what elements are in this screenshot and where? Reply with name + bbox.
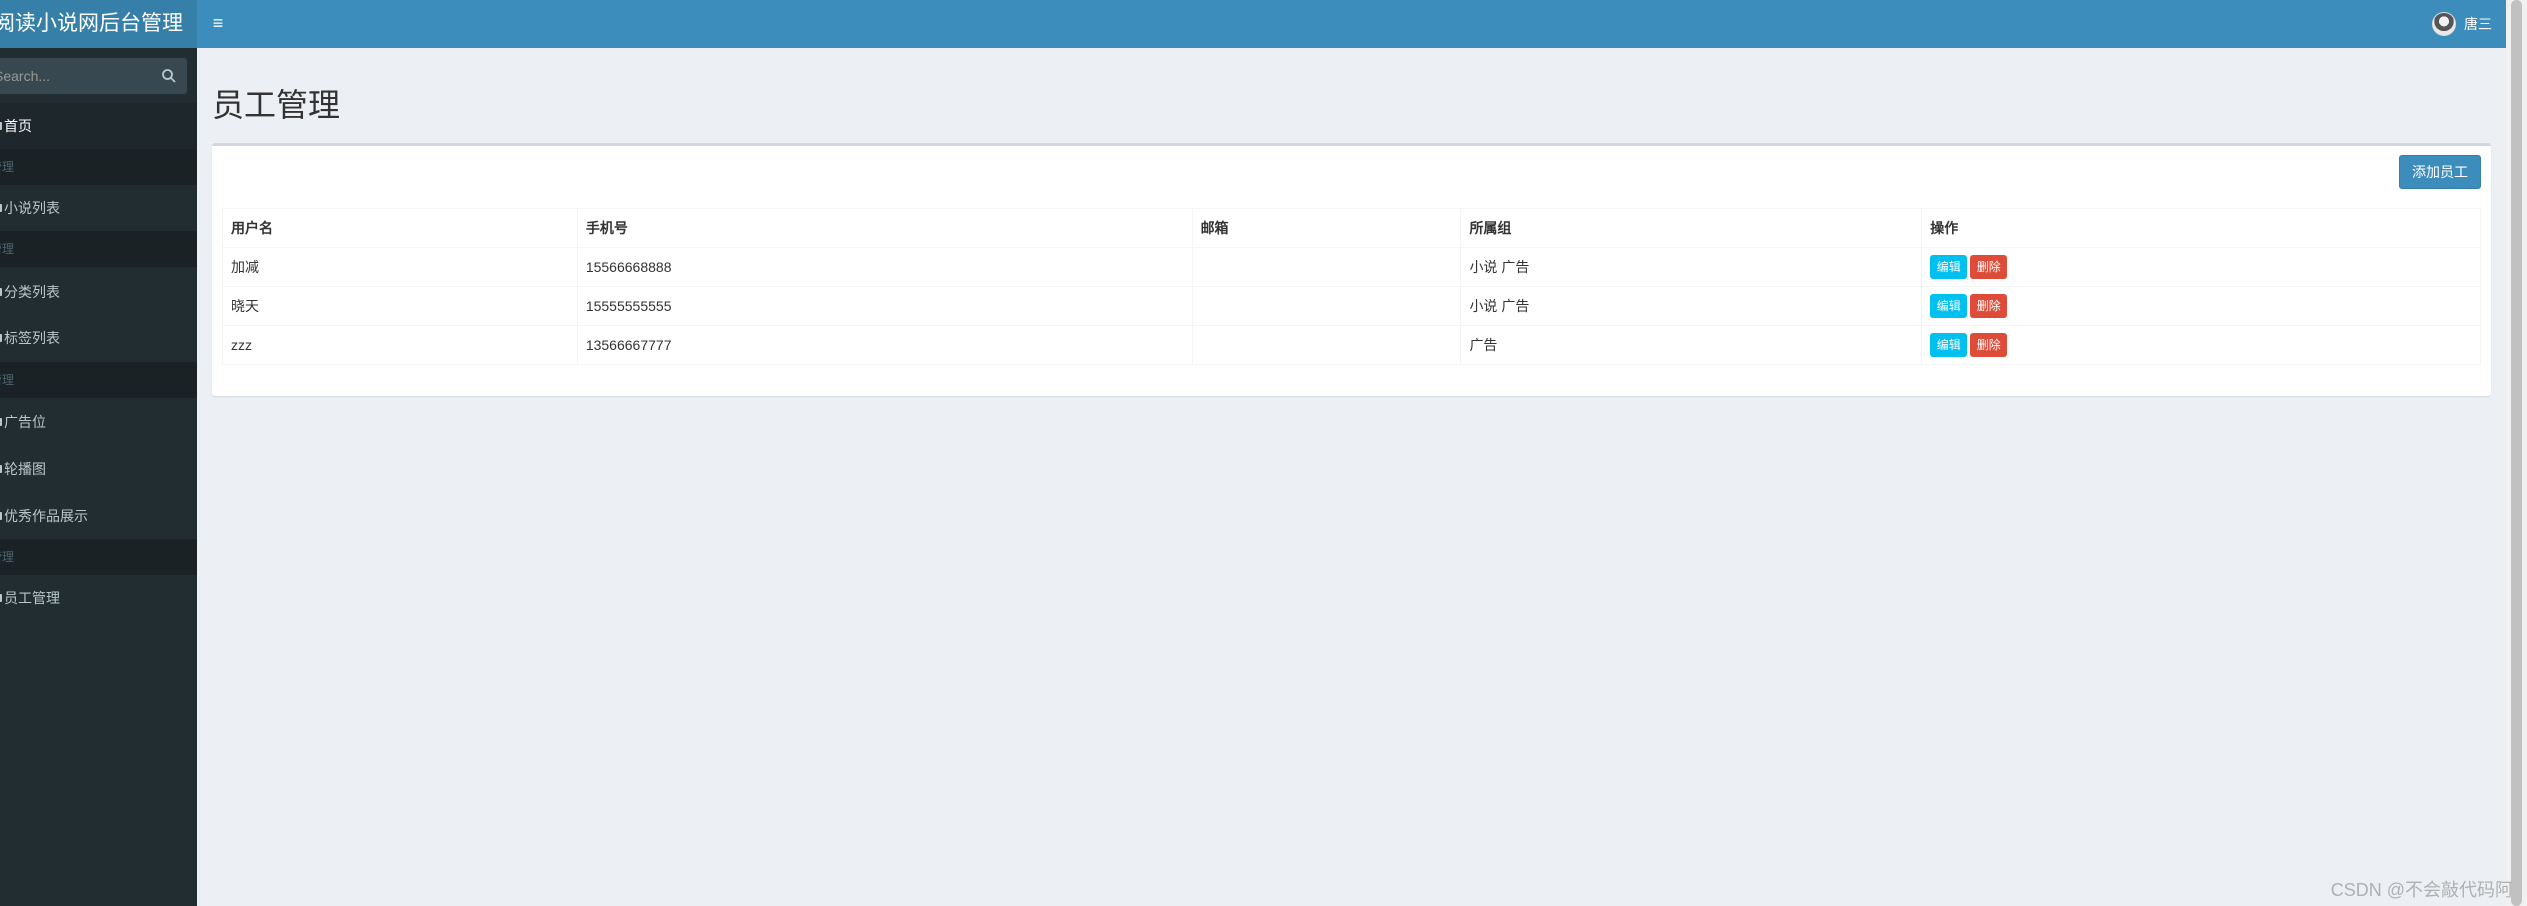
scrollbar-thumb[interactable] bbox=[2511, 0, 2522, 906]
table-row: zzz 13566667777 广告 编辑 删除 bbox=[222, 325, 2481, 365]
column-header-actions: 操作 bbox=[1921, 208, 2481, 248]
sidebar-section-header: 管理 bbox=[0, 539, 197, 575]
sidebar-toggle-button[interactable]: ≡ bbox=[197, 0, 239, 48]
cell-phone: 15566668888 bbox=[576, 247, 1193, 287]
sidebar-search bbox=[0, 58, 187, 94]
table-row: 晓天 15555555555 小说 广告 编辑 删除 bbox=[222, 286, 2481, 326]
ad-icon bbox=[0, 418, 2, 426]
column-header-username: 用户名 bbox=[222, 208, 578, 248]
cell-group: 小说 广告 bbox=[1460, 286, 1923, 326]
tag-icon bbox=[0, 334, 2, 342]
staff-table: 用户名 手机号 邮箱 所属组 操作 加减 15566668888 小说 广告 编… bbox=[222, 208, 2481, 365]
page-scrollbar[interactable] bbox=[2506, 0, 2527, 906]
cell-phone: 13566667777 bbox=[576, 325, 1193, 365]
cell-phone: 15555555555 bbox=[576, 286, 1193, 326]
sidebar-section-header: 管理 bbox=[0, 362, 197, 398]
cell-username: 加减 bbox=[222, 247, 578, 287]
cell-email bbox=[1191, 247, 1462, 287]
sidebar-item-ad-slots[interactable]: 广告位 bbox=[0, 399, 197, 445]
search-icon[interactable] bbox=[161, 68, 177, 84]
star-icon bbox=[0, 512, 2, 520]
top-navbar: 阅读小说网后台管理 ≡ 唐三 bbox=[0, 0, 2506, 48]
sidebar-section-header: 管理 bbox=[0, 149, 197, 185]
cell-email bbox=[1191, 325, 1462, 365]
table-header-row: 用户名 手机号 邮箱 所属组 操作 bbox=[222, 208, 2481, 248]
cell-username: 晓天 bbox=[222, 286, 578, 326]
watermark: CSDN @不会敲代码阿 bbox=[2330, 880, 2513, 900]
sidebar-section-header: 管理 bbox=[0, 231, 197, 267]
cell-username: zzz bbox=[222, 325, 578, 365]
column-header-email: 邮箱 bbox=[1191, 208, 1462, 248]
sidebar-item-category-list[interactable]: 分类列表 bbox=[0, 269, 197, 315]
content-box: 添加员工 用户名 手机号 邮箱 所属组 操作 加减 15566668888 小说… bbox=[212, 143, 2491, 396]
list-icon bbox=[0, 288, 2, 296]
edit-button[interactable]: 编辑 bbox=[1930, 255, 1968, 279]
add-staff-button[interactable]: 添加员工 bbox=[2399, 155, 2481, 189]
user-icon bbox=[0, 594, 2, 602]
sidebar-item-tag-list[interactable]: 标签列表 bbox=[0, 315, 197, 361]
table-row: 加减 15566668888 小说 广告 编辑 删除 bbox=[222, 247, 2481, 287]
delete-button[interactable]: 删除 bbox=[1970, 255, 2008, 279]
cell-email bbox=[1191, 286, 1462, 326]
edit-button[interactable]: 编辑 bbox=[1930, 333, 1968, 357]
column-header-phone: 手机号 bbox=[576, 208, 1193, 248]
cell-actions: 编辑 删除 bbox=[1921, 247, 2481, 287]
home-icon bbox=[0, 122, 2, 130]
user-menu[interactable]: 唐三 bbox=[2432, 12, 2492, 36]
sidebar-item-novel-list[interactable]: 小说列表 bbox=[0, 185, 197, 231]
sidebar-item-featured-works[interactable]: 优秀作品展示 bbox=[0, 493, 197, 539]
sidebar-item-carousel[interactable]: 轮播图 bbox=[0, 446, 197, 492]
sidebar-item-staff-management[interactable]: 员工管理 bbox=[0, 575, 197, 621]
image-icon bbox=[0, 465, 2, 473]
sidebar-item-home[interactable]: 首页 bbox=[0, 103, 197, 149]
page-title: 员工管理 bbox=[212, 87, 341, 123]
app-logo-title[interactable]: 阅读小说网后台管理 bbox=[0, 0, 197, 48]
edit-button[interactable]: 编辑 bbox=[1930, 294, 1968, 318]
user-name: 唐三 bbox=[2464, 16, 2492, 32]
sidebar: 首页 管理 小说列表 管理 分类列表 标签列表 管理 广告位 轮播图 优秀作品展… bbox=[0, 48, 197, 906]
hamburger-icon: ≡ bbox=[212, 13, 224, 33]
cell-actions: 编辑 删除 bbox=[1921, 286, 2481, 326]
cell-actions: 编辑 删除 bbox=[1921, 325, 2481, 365]
search-input[interactable] bbox=[0, 58, 152, 94]
cell-group: 小说 广告 bbox=[1460, 247, 1923, 287]
delete-button[interactable]: 删除 bbox=[1970, 294, 2008, 318]
delete-button[interactable]: 删除 bbox=[1970, 333, 2008, 357]
cell-group: 广告 bbox=[1460, 325, 1923, 365]
book-icon bbox=[0, 204, 2, 212]
column-header-group: 所属组 bbox=[1460, 208, 1923, 248]
avatar bbox=[2432, 12, 2456, 36]
